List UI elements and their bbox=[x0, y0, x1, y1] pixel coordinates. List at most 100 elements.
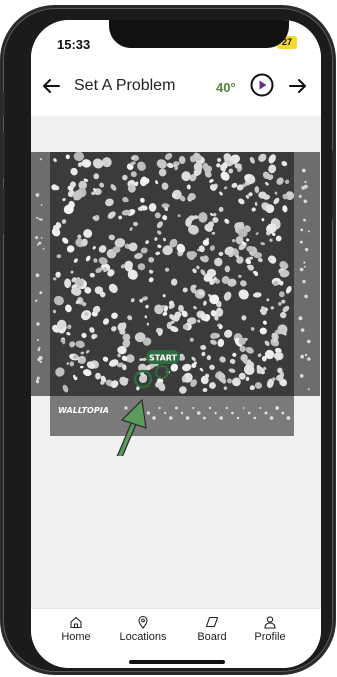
side-hold[interactable] bbox=[298, 194, 302, 198]
phone-side-button bbox=[1, 188, 5, 234]
foot-hold[interactable] bbox=[214, 411, 217, 415]
foot-hold[interactable] bbox=[192, 407, 195, 409]
foot-hold[interactable] bbox=[275, 406, 279, 410]
phone-side-button bbox=[1, 132, 5, 178]
foot-hold[interactable] bbox=[146, 411, 150, 415]
side-hold[interactable] bbox=[304, 184, 308, 189]
side-hold[interactable] bbox=[303, 199, 308, 204]
side-hold[interactable] bbox=[303, 261, 306, 264]
foot-hold[interactable] bbox=[197, 411, 201, 415]
foot-hold[interactable] bbox=[124, 406, 128, 410]
nav-item-locations[interactable]: Locations bbox=[113, 615, 173, 643]
side-hold[interactable] bbox=[36, 339, 39, 342]
foot-hold[interactable] bbox=[219, 416, 223, 420]
side-hold[interactable] bbox=[299, 267, 304, 272]
home-icon bbox=[70, 616, 82, 629]
notch bbox=[109, 20, 289, 48]
nav-item-profile[interactable]: Profile bbox=[240, 615, 300, 643]
side-hold[interactable] bbox=[40, 204, 43, 206]
side-hold[interactable] bbox=[36, 243, 39, 246]
foot-hold[interactable] bbox=[225, 406, 228, 410]
foot-hold[interactable] bbox=[169, 416, 173, 420]
side-hold[interactable] bbox=[40, 218, 43, 221]
bottom-nav: Home Locations Board Profile bbox=[31, 608, 321, 668]
foot-hold[interactable] bbox=[208, 406, 212, 410]
side-hold[interactable] bbox=[36, 380, 40, 384]
foot-hold[interactable] bbox=[203, 416, 206, 420]
side-hold[interactable] bbox=[300, 354, 305, 359]
location-pin-icon bbox=[138, 615, 148, 629]
side-hold[interactable] bbox=[299, 374, 304, 378]
side-hold[interactable] bbox=[39, 360, 42, 364]
phone-side-button bbox=[332, 150, 336, 220]
phone-side-button bbox=[1, 92, 5, 116]
forward-arrow-icon[interactable] bbox=[288, 76, 308, 96]
board-image[interactable]: START WALLTOPIA bbox=[31, 152, 320, 456]
hold[interactable] bbox=[256, 368, 262, 374]
back-arrow-icon[interactable] bbox=[41, 76, 61, 96]
side-hold[interactable] bbox=[304, 265, 306, 268]
side-hold[interactable] bbox=[39, 158, 42, 161]
side-hold[interactable] bbox=[304, 180, 307, 184]
side-hold[interactable] bbox=[302, 279, 306, 284]
side-hold[interactable] bbox=[299, 240, 303, 244]
foot-hold[interactable] bbox=[185, 416, 190, 420]
side-hold[interactable] bbox=[303, 218, 306, 222]
foot-hold[interactable] bbox=[247, 411, 251, 415]
hold[interactable] bbox=[253, 252, 263, 259]
side-hold[interactable] bbox=[307, 388, 310, 391]
play-icon[interactable] bbox=[250, 73, 274, 97]
page-title: Set A Problem bbox=[74, 77, 176, 94]
side-hold[interactable] bbox=[40, 237, 43, 239]
hold[interactable] bbox=[224, 265, 231, 273]
side-hold[interactable] bbox=[35, 299, 38, 302]
side-hold[interactable] bbox=[38, 241, 42, 245]
side-hold[interactable] bbox=[300, 328, 305, 332]
side-hold[interactable] bbox=[42, 247, 45, 250]
foot-hold[interactable] bbox=[231, 411, 234, 415]
side-hold[interactable] bbox=[307, 230, 310, 233]
foot-hold[interactable] bbox=[152, 416, 156, 420]
foot-hold[interactable] bbox=[158, 406, 161, 410]
side-hold[interactable] bbox=[37, 357, 41, 362]
foot-hold[interactable] bbox=[236, 416, 240, 420]
foot-hold[interactable] bbox=[264, 411, 268, 415]
hold[interactable] bbox=[186, 184, 191, 190]
foot-hold[interactable] bbox=[180, 411, 184, 415]
foot-hold[interactable] bbox=[175, 406, 178, 410]
profile-icon bbox=[264, 616, 276, 629]
foot-hold[interactable] bbox=[286, 416, 291, 420]
side-hold[interactable] bbox=[36, 322, 40, 326]
nav-label-profile: Profile bbox=[254, 631, 286, 643]
foot-hold[interactable] bbox=[164, 411, 167, 415]
side-hold[interactable] bbox=[301, 168, 306, 173]
nav-item-board[interactable]: Board bbox=[182, 615, 242, 643]
side-hold[interactable] bbox=[304, 247, 309, 252]
app-header: Set A Problem 40° bbox=[31, 56, 321, 116]
side-hold[interactable] bbox=[300, 228, 304, 232]
foot-hold[interactable] bbox=[281, 411, 285, 415]
climbing-board[interactable]: START WALLTOPIA bbox=[31, 152, 320, 456]
side-hold[interactable] bbox=[304, 294, 308, 299]
side-hold[interactable] bbox=[35, 236, 39, 240]
side-hold[interactable] bbox=[35, 193, 40, 197]
side-hold[interactable] bbox=[304, 353, 308, 357]
side-hold[interactable] bbox=[307, 357, 311, 361]
side-hold[interactable] bbox=[39, 291, 43, 295]
start-label: START bbox=[149, 354, 178, 363]
nav-label-locations: Locations bbox=[119, 631, 167, 643]
side-hold[interactable] bbox=[35, 273, 40, 278]
foot-hold[interactable] bbox=[253, 416, 257, 420]
board-icon bbox=[205, 616, 219, 628]
nav-label-home: Home bbox=[61, 631, 91, 643]
side-hold[interactable] bbox=[36, 216, 39, 219]
side-hold[interactable] bbox=[298, 316, 303, 321]
foot-hold[interactable] bbox=[242, 407, 245, 409]
nav-label-board: Board bbox=[197, 631, 227, 643]
brand-logo-text: WALLTOPIA bbox=[58, 406, 109, 415]
foot-hold[interactable] bbox=[269, 416, 274, 420]
side-hold[interactable] bbox=[307, 339, 311, 344]
nav-item-home[interactable]: Home bbox=[46, 615, 106, 643]
side-hold[interactable] bbox=[38, 346, 41, 350]
foot-hold[interactable] bbox=[259, 407, 262, 409]
